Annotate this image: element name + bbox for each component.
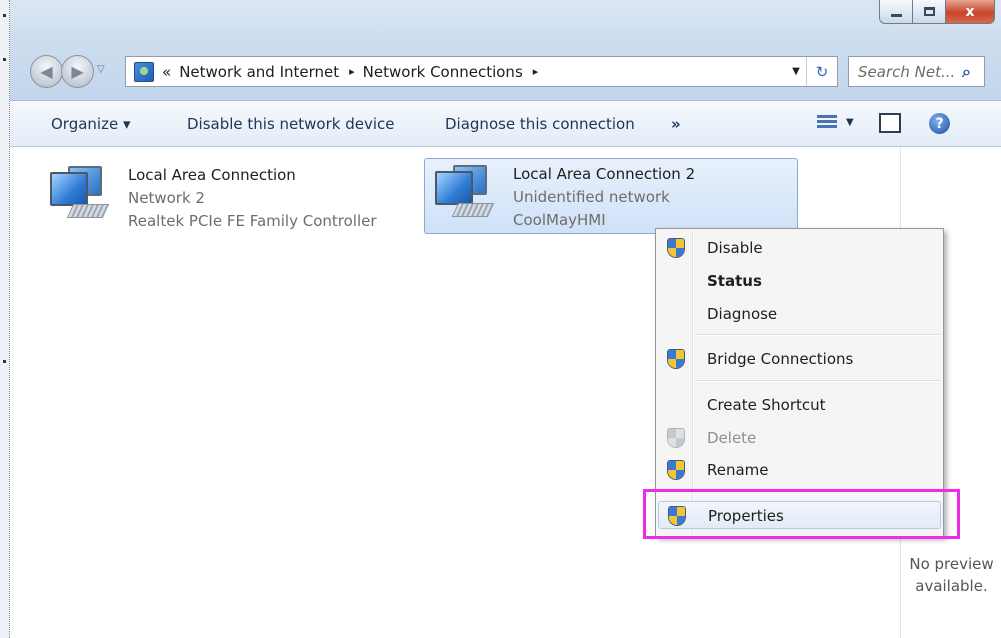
menu-item-disable[interactable]: Disable <box>658 234 941 262</box>
diagnose-connection-button[interactable]: Diagnose this connection <box>445 115 635 133</box>
disable-network-device-button[interactable]: Disable this network device <box>187 115 395 133</box>
edge-mark <box>3 360 6 363</box>
recent-pages-dropdown[interactable]: ▽ <box>97 64 105 75</box>
preview-line: No preview <box>909 555 994 573</box>
menu-item-diagnose[interactable]: Diagnose <box>658 300 941 328</box>
refresh-button[interactable]: ↻ <box>806 57 837 86</box>
connection-name: Local Area Connection <box>128 166 296 184</box>
breadcrumb-network-connections[interactable]: Network Connections <box>363 63 523 81</box>
uac-shield-icon <box>667 428 685 448</box>
preview-pane-toggle-icon[interactable] <box>879 113 901 133</box>
refresh-icon: ↻ <box>815 62 829 81</box>
background-window-edge <box>0 0 10 638</box>
connection-adapter: Realtek PCIe FE Family Controller <box>128 212 377 230</box>
maximize-icon <box>923 7 935 16</box>
change-view-icon[interactable] <box>817 113 837 133</box>
command-bar: Organize ▾ Disable this network device D… <box>10 101 1001 147</box>
menu-separator <box>696 334 941 336</box>
address-overflow-chevron[interactable]: « <box>162 63 171 81</box>
menu-item-label: Disable <box>707 239 763 257</box>
address-dropdown-icon[interactable]: ▼ <box>786 66 806 77</box>
network-folder-icon <box>134 61 154 82</box>
edge-mark <box>3 58 6 61</box>
preview-message: No preview available. <box>901 553 1001 597</box>
connection-item-selected[interactable]: Local Area Connection 2 Unidentified net… <box>424 158 798 234</box>
back-button[interactable]: ◀ <box>30 55 63 88</box>
forward-button[interactable]: ▶ <box>61 55 94 88</box>
help-icon[interactable]: ? <box>929 113 950 134</box>
breadcrumb-separator-icon[interactable]: ▸ <box>533 65 539 78</box>
search-placeholder: Search Net... <box>858 62 956 81</box>
menu-item-rename[interactable]: Rename <box>658 456 941 484</box>
address-bar[interactable]: « Network and Internet ▸ Network Connect… <box>125 56 838 87</box>
minimize-button[interactable] <box>879 0 913 24</box>
menu-separator <box>696 380 941 382</box>
edge-mark <box>3 14 6 17</box>
menu-item-label: Delete <box>707 429 757 447</box>
minimize-icon <box>890 14 902 17</box>
menu-item-create-shortcut[interactable]: Create Shortcut <box>658 391 941 419</box>
menu-item-label: Diagnose <box>707 305 778 323</box>
uac-shield-icon <box>667 238 685 258</box>
view-options-dropdown-icon[interactable]: ▼ <box>846 117 854 128</box>
menu-item-label: Status <box>707 272 762 290</box>
connection-network: Unidentified network <box>513 188 670 206</box>
menu-item-delete[interactable]: Delete <box>658 424 941 452</box>
breadcrumb-network-and-internet[interactable]: Network and Internet <box>179 63 339 81</box>
organize-menu-button[interactable]: Organize ▾ <box>51 115 131 133</box>
menu-item-label: Create Shortcut <box>707 396 826 414</box>
caption-buttons: x <box>879 0 995 24</box>
connection-network: Network 2 <box>128 189 205 207</box>
search-input[interactable]: Search Net... ⌕ <box>848 56 985 87</box>
uac-shield-icon <box>667 349 685 369</box>
menu-item-bridge-connections[interactable]: Bridge Connections <box>658 345 941 373</box>
help-glyph: ? <box>935 115 944 132</box>
connection-details: Local Area Connection 2 Unidentified net… <box>513 163 695 229</box>
window-frame-top: x ◀ ▶ ▽ « Network and Internet ▸ Network… <box>10 0 1001 101</box>
network-adapter-icon <box>431 163 499 223</box>
more-commands-button[interactable]: » <box>671 115 681 133</box>
connection-details: Local Area Connection Network 2 Realtek … <box>128 164 377 232</box>
connection-name: Local Area Connection 2 <box>513 165 696 183</box>
forward-arrow-icon: ▶ <box>71 62 84 81</box>
annotation-highlight-box <box>643 489 960 539</box>
breadcrumb-separator-icon[interactable]: ▸ <box>349 65 355 78</box>
menu-item-label: Bridge Connections <box>707 350 854 368</box>
menu-item-status[interactable]: Status <box>658 267 941 295</box>
menu-item-label: Rename <box>707 461 769 479</box>
network-adapter-icon <box>46 164 114 224</box>
back-arrow-icon: ◀ <box>40 62 53 81</box>
close-icon: x <box>965 3 975 20</box>
maximize-button[interactable] <box>913 0 946 24</box>
search-icon[interactable]: ⌕ <box>962 62 984 82</box>
uac-shield-icon <box>667 460 685 480</box>
close-button[interactable]: x <box>946 0 995 24</box>
preview-line: available. <box>915 577 988 595</box>
connection-item[interactable]: Local Area Connection Network 2 Realtek … <box>40 160 420 236</box>
